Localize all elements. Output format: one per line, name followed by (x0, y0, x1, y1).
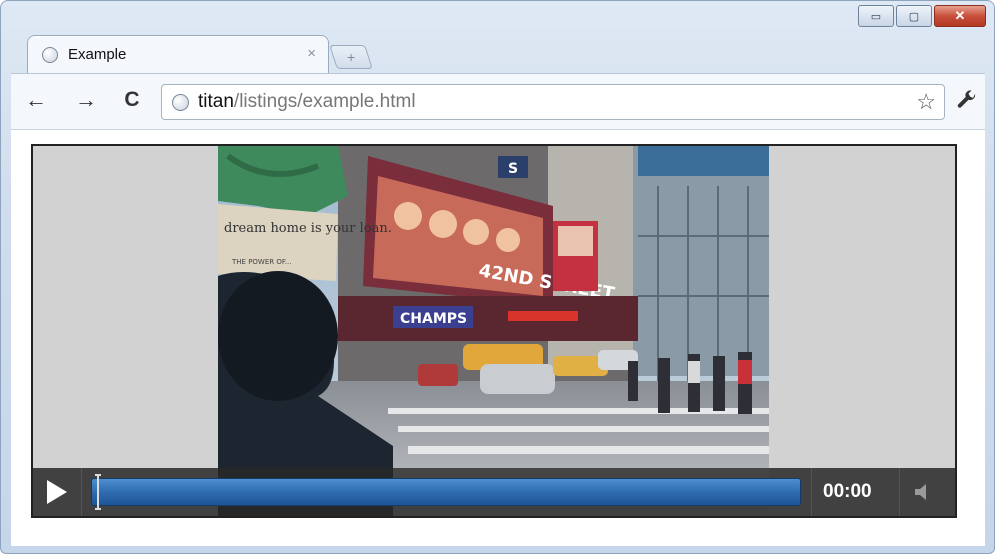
plus-icon: + (346, 49, 356, 65)
minimize-button[interactable]: ▭ (858, 5, 894, 27)
wrench-icon (957, 90, 976, 108)
video-controls: 00:00 (33, 468, 955, 516)
reload-button[interactable]: C (119, 88, 145, 112)
window-controls: ▭ ▢ ✕ (858, 5, 986, 27)
page-content: 42ND STREET S CHAMPS dream home is your … (11, 129, 985, 546)
address-host: titan (198, 91, 234, 112)
video-player[interactable]: 42ND STREET S CHAMPS dream home is your … (31, 144, 957, 518)
controls-divider (811, 468, 812, 516)
browser-tab[interactable]: Example × (27, 35, 329, 74)
store-sign-champs: CHAMPS (400, 311, 467, 327)
bookmark-star-icon[interactable]: ☆ (916, 89, 936, 115)
controls-divider (899, 468, 900, 516)
page-globe-icon (172, 94, 189, 111)
globe-icon (42, 47, 58, 63)
wrench-menu-icon[interactable] (955, 88, 979, 118)
poster-small-text: THE POWER OF... (231, 258, 291, 266)
forward-button[interactable]: → (73, 88, 99, 112)
building-sign-s: S (508, 161, 518, 177)
new-tab-button[interactable]: + (329, 45, 373, 69)
time-display: 00:00 (823, 481, 872, 502)
address-url[interactable]: titan/listings/example.html (198, 91, 416, 113)
address-path: /listings/example.html (233, 91, 416, 112)
address-bar[interactable]: titan/listings/example.html ☆ (161, 84, 945, 120)
browser-window: ▭ ▢ ✕ Example × + ← → C titan/listings/e… (0, 0, 995, 554)
browser-toolbar: ← → C titan/listings/example.html ☆ (11, 73, 985, 130)
play-icon[interactable] (47, 480, 67, 504)
tab-close-button[interactable]: × (307, 45, 316, 62)
progress-bar[interactable] (91, 478, 801, 506)
street-scene-image: 42ND STREET S CHAMPS dream home is your … (218, 146, 769, 516)
maximize-button[interactable]: ▢ (896, 5, 932, 27)
volume-icon[interactable] (913, 482, 935, 502)
back-button[interactable]: ← (23, 88, 49, 112)
tab-title: Example (68, 46, 127, 63)
poster-text: dream home is your loan. (224, 221, 392, 236)
controls-divider (81, 468, 82, 516)
close-window-button[interactable]: ✕ (934, 5, 986, 27)
video-frame[interactable]: 42ND STREET S CHAMPS dream home is your … (218, 146, 769, 516)
progress-scrubber-handle[interactable] (95, 474, 101, 510)
